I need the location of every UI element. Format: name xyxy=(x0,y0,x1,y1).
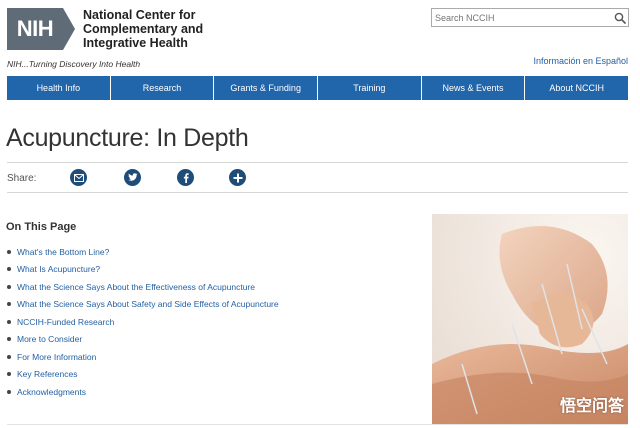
nav-training[interactable]: Training xyxy=(318,76,422,100)
list-item: For More Information xyxy=(7,348,279,366)
search-input[interactable] xyxy=(432,9,612,26)
list-item: Key References xyxy=(7,366,279,384)
main-nav: Health Info Research Grants & Funding Tr… xyxy=(7,76,628,100)
toc-link[interactable]: Key References xyxy=(17,369,77,379)
list-item: What Is Acupuncture? xyxy=(7,261,279,279)
search-icon[interactable] xyxy=(612,9,628,26)
nav-news-events[interactable]: News & Events xyxy=(422,76,526,100)
nih-logo[interactable]: NIH National Center for Complementary an… xyxy=(7,8,203,50)
center-name-line-2: Complementary and xyxy=(83,22,204,36)
share-label: Share: xyxy=(7,173,37,184)
list-item: Acknowledgments xyxy=(7,383,279,401)
bullet-icon xyxy=(7,249,11,254)
center-name: National Center for Complementary and In… xyxy=(83,8,203,50)
on-this-page-title: On This Page xyxy=(6,221,77,233)
list-item: What's the Bottom Line? xyxy=(7,243,279,261)
toc-link[interactable]: What the Science Says About Safety and S… xyxy=(17,299,279,309)
bullet-icon xyxy=(7,302,11,307)
acupuncture-photo: 悟空问答 xyxy=(432,214,628,424)
tagline: NIH...Turning Discovery Into Health xyxy=(7,59,141,69)
toc-link[interactable]: NCCIH-Funded Research xyxy=(17,317,114,327)
toc-link[interactable]: More to Consider xyxy=(17,334,82,344)
toc-link[interactable]: What Is Acupuncture? xyxy=(17,264,100,274)
search-box xyxy=(431,8,629,27)
bullet-icon xyxy=(7,267,11,272)
divider xyxy=(7,424,628,425)
toc-link[interactable]: Acknowledgments xyxy=(17,387,86,397)
bullet-icon xyxy=(7,389,11,394)
page-title: Acupuncture: In Depth xyxy=(6,124,249,152)
center-name-line-1: National Center for xyxy=(83,8,196,22)
watermark-text: 悟空问答 xyxy=(559,396,624,415)
on-this-page-list: What's the Bottom Line? What Is Acupunct… xyxy=(7,243,279,401)
divider xyxy=(7,192,628,193)
bullet-icon xyxy=(7,319,11,324)
nav-research[interactable]: Research xyxy=(111,76,215,100)
bullet-icon xyxy=(7,354,11,359)
toc-link[interactable]: For More Information xyxy=(17,352,96,362)
nav-about[interactable]: About NCCIH xyxy=(525,76,628,100)
nih-logo-box: NIH xyxy=(7,8,63,50)
facebook-icon[interactable] xyxy=(177,169,194,186)
nih-logo-arrow xyxy=(63,8,75,50)
spanish-link[interactable]: Información en Español xyxy=(533,56,628,66)
list-item: What the Science Says About Safety and S… xyxy=(7,296,279,314)
email-icon[interactable] xyxy=(70,169,87,186)
bullet-icon xyxy=(7,337,11,342)
nih-logo-text: NIH xyxy=(16,16,54,41)
divider xyxy=(7,162,628,163)
nav-grants-funding[interactable]: Grants & Funding xyxy=(214,76,319,100)
list-item: NCCIH-Funded Research xyxy=(7,313,279,331)
list-item: More to Consider xyxy=(7,331,279,349)
add-icon[interactable] xyxy=(229,169,246,186)
nav-health-info[interactable]: Health Info xyxy=(7,76,111,100)
center-name-line-3: Integrative Health xyxy=(83,36,188,50)
toc-link[interactable]: What the Science Says About the Effectiv… xyxy=(17,282,255,292)
toc-link[interactable]: What's the Bottom Line? xyxy=(17,247,109,257)
twitter-icon[interactable] xyxy=(124,169,141,186)
list-item: What the Science Says About the Effectiv… xyxy=(7,278,279,296)
bullet-icon xyxy=(7,372,11,377)
bullet-icon xyxy=(7,284,11,289)
